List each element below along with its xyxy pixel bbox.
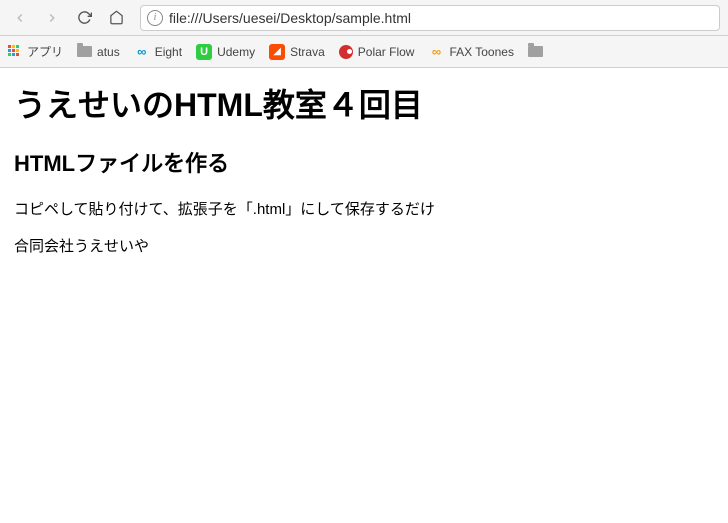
bookmark-polar-flow[interactable]: Polar Flow [339,45,415,59]
polar-icon [339,45,353,59]
site-info-icon[interactable]: i [147,10,163,26]
bookmark-label: Eight [155,45,182,59]
bookmarks-bar: アプリ atus ∞ Eight U Udemy ◢ Strava Polar … [0,36,728,68]
forward-button[interactable] [40,6,64,30]
bookmark-atus[interactable]: atus [77,45,120,59]
folder-icon [528,46,543,57]
bookmark-label: FAX Toones [449,45,514,59]
page-content: うえせいのHTML教室４回目 HTMLファイルを作る コピペして貼り付けて、拡張… [0,68,728,284]
bookmark-overflow[interactable] [528,46,543,57]
bookmark-label: Udemy [217,45,255,59]
home-button[interactable] [104,6,128,30]
bookmark-fax-toones[interactable]: ∞ FAX Toones [428,44,514,60]
apps-grid-icon [8,45,22,59]
back-button[interactable] [8,6,32,30]
apps-label: アプリ [27,43,63,60]
bookmark-eight[interactable]: ∞ Eight [134,44,182,60]
bookmark-strava[interactable]: ◢ Strava [269,44,325,60]
reload-button[interactable] [72,6,96,30]
bookmark-label: atus [97,45,120,59]
address-bar[interactable]: i file:///Users/uesei/Desktop/sample.htm… [140,5,720,31]
strava-icon: ◢ [269,44,285,60]
bookmark-udemy[interactable]: U Udemy [196,44,255,60]
fax-icon: ∞ [428,44,444,60]
page-paragraph: 合同会社うえせいや [14,235,714,256]
udemy-icon: U [196,44,212,60]
eight-icon: ∞ [134,44,150,60]
bookmark-label: Strava [290,45,325,59]
page-heading-1: うえせいのHTML教室４回目 [14,80,714,126]
browser-toolbar: i file:///Users/uesei/Desktop/sample.htm… [0,0,728,36]
page-heading-2: HTMLファイルを作る [14,146,714,178]
bookmark-label: Polar Flow [358,45,415,59]
apps-button[interactable]: アプリ [8,43,63,60]
url-text[interactable]: file:///Users/uesei/Desktop/sample.html [169,10,713,26]
folder-icon [77,46,92,57]
page-paragraph: コピペして貼り付けて、拡張子を「.html」にして保存するだけ [14,198,714,219]
